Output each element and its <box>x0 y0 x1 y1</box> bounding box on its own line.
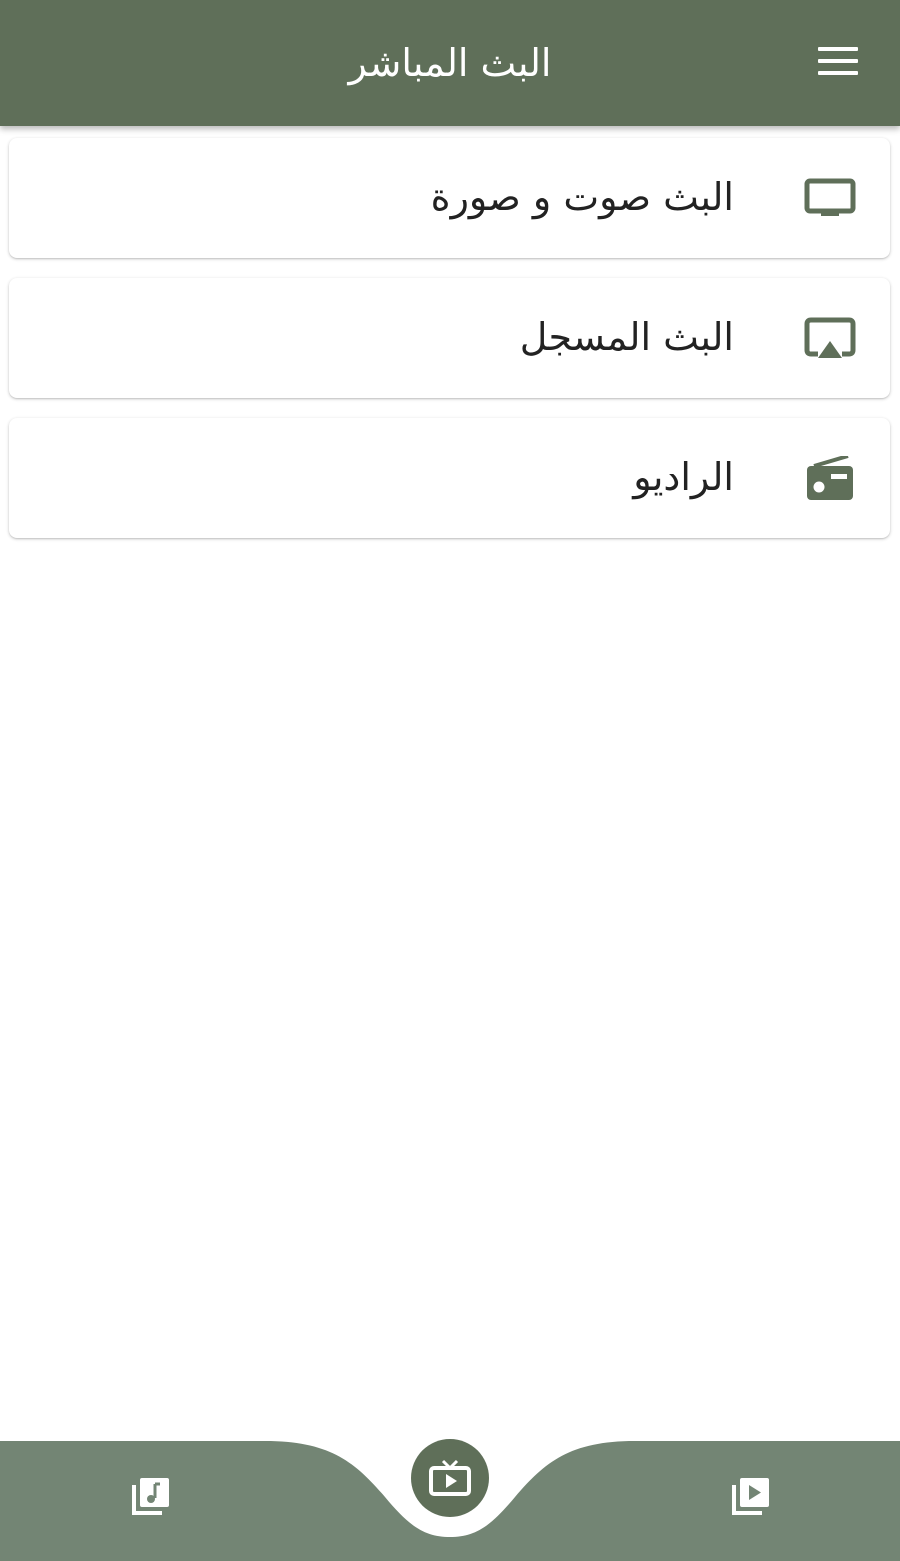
app-screen: البث المباشر البث صوت و صورة البث المسجل… <box>0 0 900 1561</box>
list-item-label: الراديو <box>633 455 734 499</box>
live-tv-button[interactable] <box>411 1439 489 1517</box>
list-item-recorded[interactable]: البث المسجل <box>9 278 890 398</box>
radio-icon <box>807 456 853 500</box>
music-library-icon[interactable] <box>131 1476 171 1516</box>
video-library-icon[interactable] <box>731 1476 771 1516</box>
list-item-label: البث صوت و صورة <box>430 175 734 219</box>
page-title: البث المباشر <box>348 41 552 85</box>
hamburger-menu-icon[interactable] <box>818 47 860 81</box>
list-item-live-av[interactable]: البث صوت و صورة <box>9 138 890 258</box>
airplay-icon <box>804 317 856 358</box>
list-item-radio[interactable]: الراديو <box>9 418 890 538</box>
tv-icon <box>804 178 856 216</box>
app-bar: البث المباشر <box>0 0 900 126</box>
live-tv-icon <box>429 1459 471 1496</box>
list-item-label: البث المسجل <box>519 315 734 359</box>
